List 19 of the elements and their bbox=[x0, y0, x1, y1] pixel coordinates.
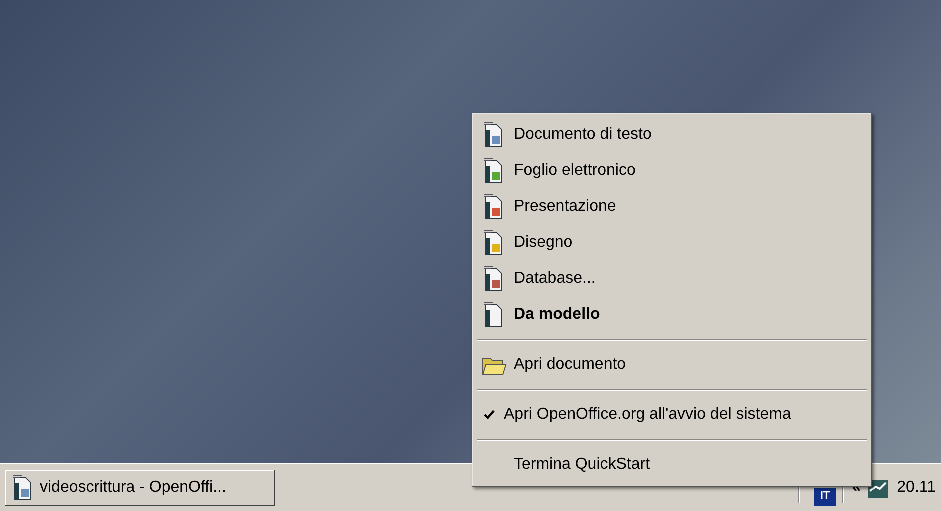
menu-item[interactable]: Foglio elettronico bbox=[473, 153, 871, 189]
language-indicator[interactable]: IT bbox=[814, 488, 836, 506]
menu-item[interactable]: Presentazione bbox=[473, 189, 871, 225]
menu-item[interactable]: Documento di testo bbox=[473, 117, 871, 153]
document-icon bbox=[483, 122, 505, 148]
clock[interactable]: 20.11 bbox=[897, 476, 936, 500]
document-icon bbox=[483, 230, 505, 256]
document-icon bbox=[12, 474, 34, 500]
menu-item[interactable]: Apri documento bbox=[473, 347, 871, 383]
menu-item[interactable]: Da modello bbox=[473, 297, 871, 333]
document-icon bbox=[483, 266, 505, 292]
document-icon bbox=[483, 302, 505, 328]
menu-item[interactable]: Termina QuickStart bbox=[473, 447, 871, 483]
document-icon bbox=[483, 194, 505, 220]
document-icon bbox=[483, 158, 505, 184]
taskbar-button[interactable]: videoscrittura - OpenOffi... bbox=[5, 470, 275, 506]
menu-item[interactable]: Apri OpenOffice.org all'avvio del sistema bbox=[473, 397, 871, 433]
menu-item[interactable]: Disegno bbox=[473, 225, 871, 261]
menu-item[interactable]: Database... bbox=[473, 261, 871, 297]
